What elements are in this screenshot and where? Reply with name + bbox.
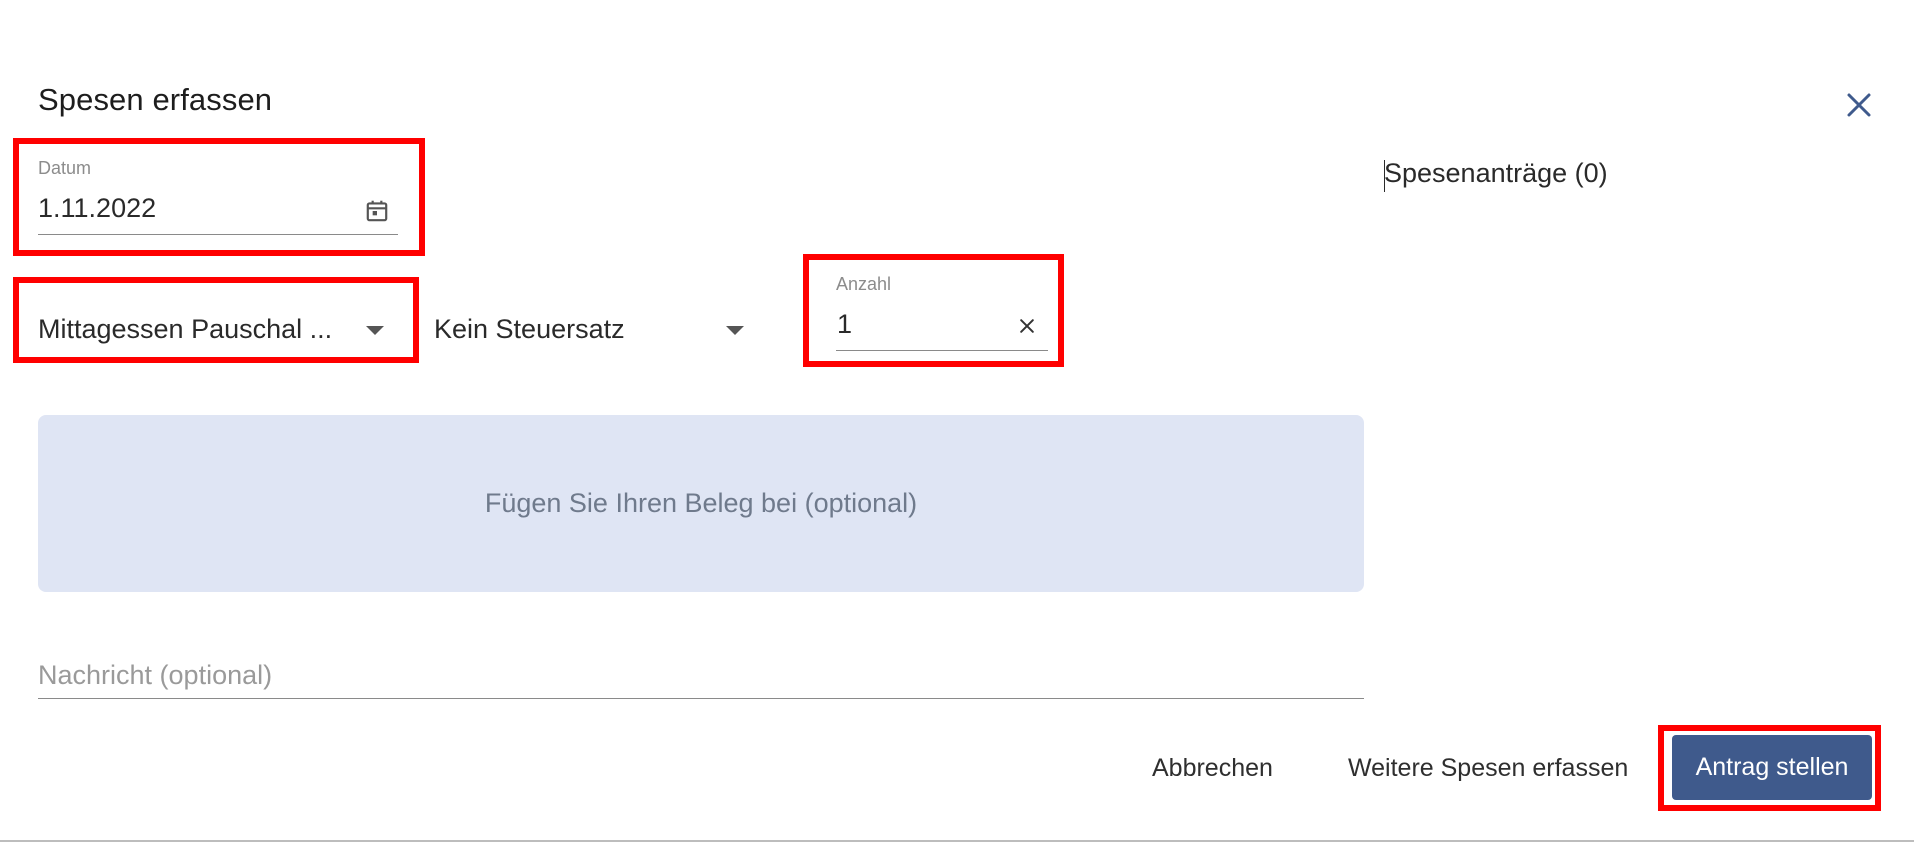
chevron-down-icon[interactable] bbox=[726, 326, 744, 335]
add-more-expenses-button[interactable]: Weitere Spesen erfassen bbox=[1348, 754, 1628, 783]
receipt-upload-zone[interactable]: Fügen Sie Ihren Beleg bei (optional) bbox=[38, 415, 1364, 592]
date-field-underline bbox=[38, 234, 398, 235]
quantity-field-label: Anzahl bbox=[836, 274, 892, 294]
submit-request-button[interactable]: Antrag stellen bbox=[1672, 735, 1872, 800]
receipt-upload-label: Fügen Sie Ihren Beleg bei (optional) bbox=[484, 488, 918, 518]
clear-button[interactable] bbox=[1012, 311, 1042, 341]
calendar-icon bbox=[366, 200, 388, 222]
expense-dialog: Spesen erfassen Datum 1.11.2022 Mittages… bbox=[0, 0, 1914, 844]
expense-type-value: Mittagessen Pauschal ... bbox=[38, 314, 333, 344]
expense-requests-title: Spesenanträge (0) bbox=[1384, 158, 1608, 188]
cancel-button[interactable]: Abbrechen bbox=[1152, 754, 1273, 783]
dialog-title: Spesen erfassen bbox=[38, 82, 273, 117]
date-field-label: Datum bbox=[38, 158, 92, 178]
message-input[interactable] bbox=[38, 652, 1364, 699]
calendar-button[interactable] bbox=[362, 195, 392, 227]
tax-rate-value: Kein Steuersatz bbox=[434, 314, 625, 344]
close-icon bbox=[1847, 93, 1871, 117]
quantity-field-underline bbox=[836, 350, 1048, 351]
date-field-value[interactable]: 1.11.2022 bbox=[38, 193, 156, 224]
bottom-divider bbox=[0, 840, 1914, 842]
chevron-down-icon[interactable] bbox=[366, 326, 384, 335]
clear-icon bbox=[1020, 319, 1034, 333]
quantity-field-value[interactable]: 1 bbox=[837, 309, 852, 340]
close-button[interactable] bbox=[1840, 86, 1878, 124]
